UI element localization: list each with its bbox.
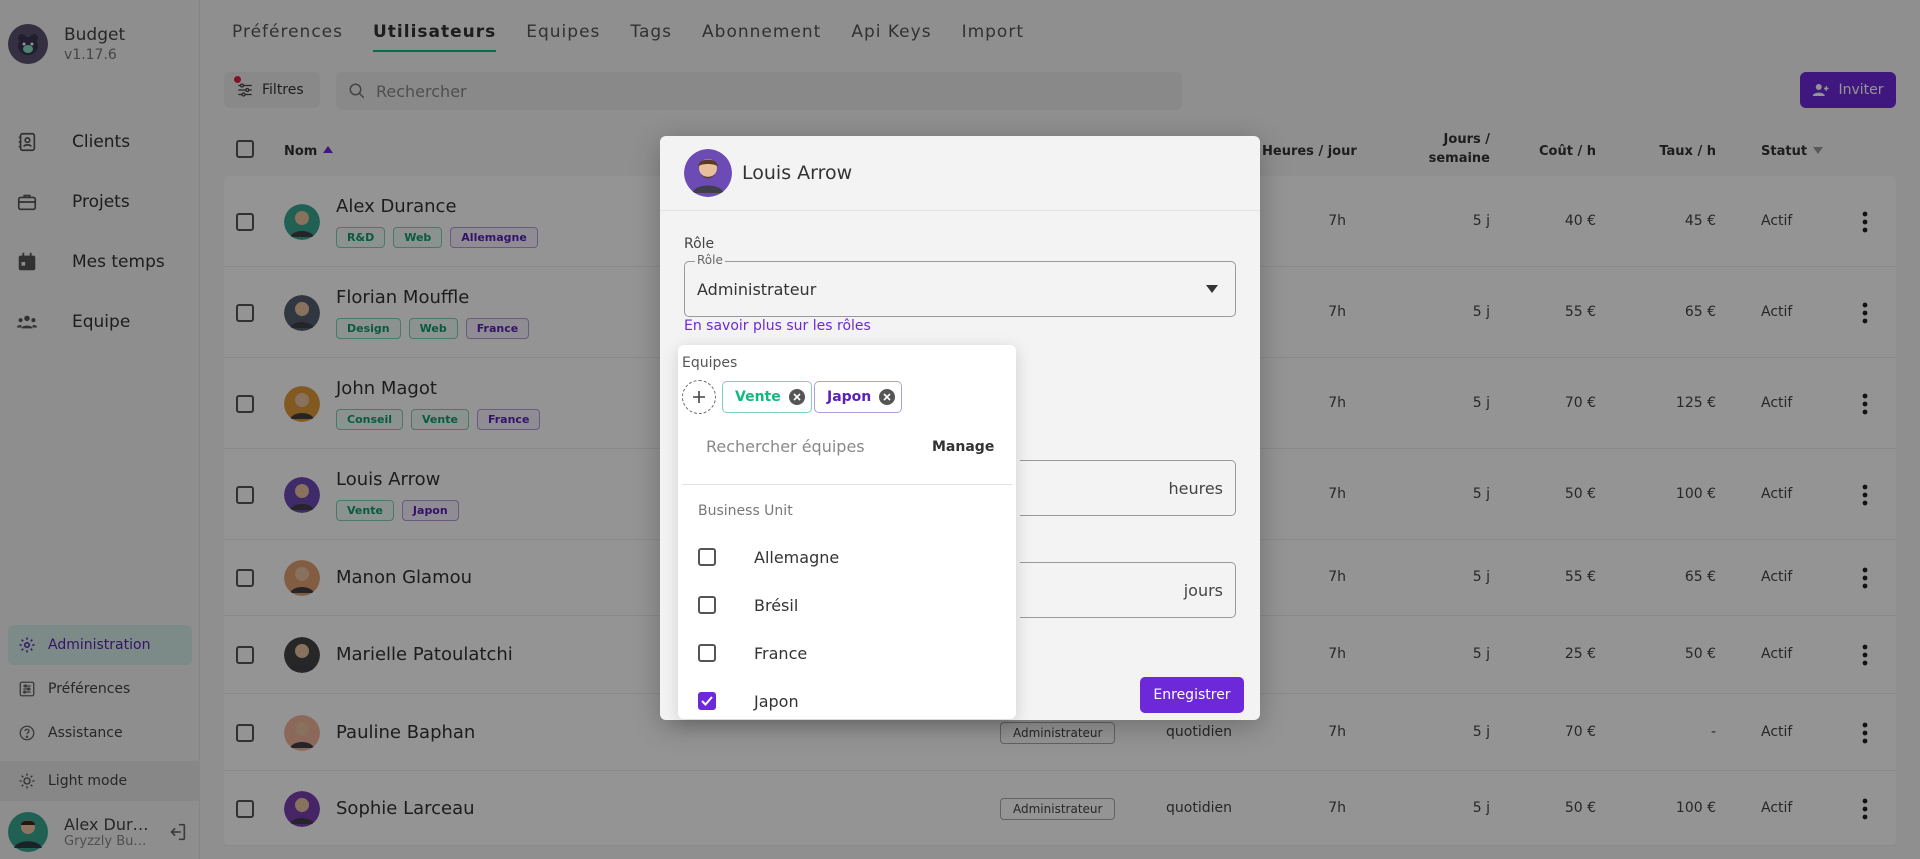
plus-icon	[693, 391, 705, 403]
checkbox-icon[interactable]	[698, 596, 716, 614]
role-select[interactable]: Rôle Administrateur	[684, 253, 1236, 317]
team-option[interactable]: Brésil	[698, 590, 998, 620]
roles-help-link[interactable]: En savoir plus sur les rôles	[684, 318, 871, 334]
chip-label: Vente	[735, 389, 781, 405]
save-button[interactable]: Enregistrer	[1140, 677, 1244, 713]
modal-title: Louis Arrow	[742, 162, 853, 184]
teams-search: Manage	[682, 415, 1012, 485]
manage-teams-link[interactable]: Manage	[932, 439, 994, 455]
option-label: Japon	[754, 691, 799, 711]
days-field[interactable]: jours	[1020, 562, 1236, 618]
option-label: Allemagne	[754, 547, 840, 567]
role-legend: Rôle	[695, 253, 725, 267]
teams-popover: Equipes Vente Japon Manage Business Unit…	[678, 345, 1016, 719]
avatar	[684, 149, 732, 197]
checkbox-icon[interactable]	[698, 548, 716, 566]
teams-search-input[interactable]	[706, 437, 906, 456]
checked-checkbox-icon[interactable]	[698, 692, 716, 710]
role-label: Rôle	[684, 236, 715, 252]
team-option[interactable]: France	[698, 638, 998, 668]
add-team-button[interactable]	[682, 380, 716, 414]
caret-down-icon	[1206, 285, 1218, 293]
remove-chip-icon[interactable]	[788, 389, 805, 405]
hours-suffix: heures	[1168, 479, 1223, 498]
chip-label: Japon	[827, 389, 872, 405]
remove-chip-icon[interactable]	[879, 389, 896, 405]
checkbox-icon[interactable]	[698, 644, 716, 662]
team-option[interactable]: Japon	[698, 686, 998, 716]
team-chip-vente[interactable]: Vente	[722, 381, 812, 413]
modal-header: Louis Arrow	[660, 136, 1260, 211]
group-title: Business Unit	[698, 503, 793, 519]
option-label: France	[754, 643, 808, 663]
team-option[interactable]: Allemagne	[698, 542, 998, 572]
hours-field[interactable]: heures	[1020, 460, 1236, 516]
role-value: Administrateur	[697, 280, 817, 299]
team-chip-japon[interactable]: Japon	[814, 381, 903, 413]
option-label: Brésil	[754, 595, 799, 615]
days-suffix: jours	[1183, 581, 1223, 600]
teams-label: Equipes	[682, 355, 738, 371]
